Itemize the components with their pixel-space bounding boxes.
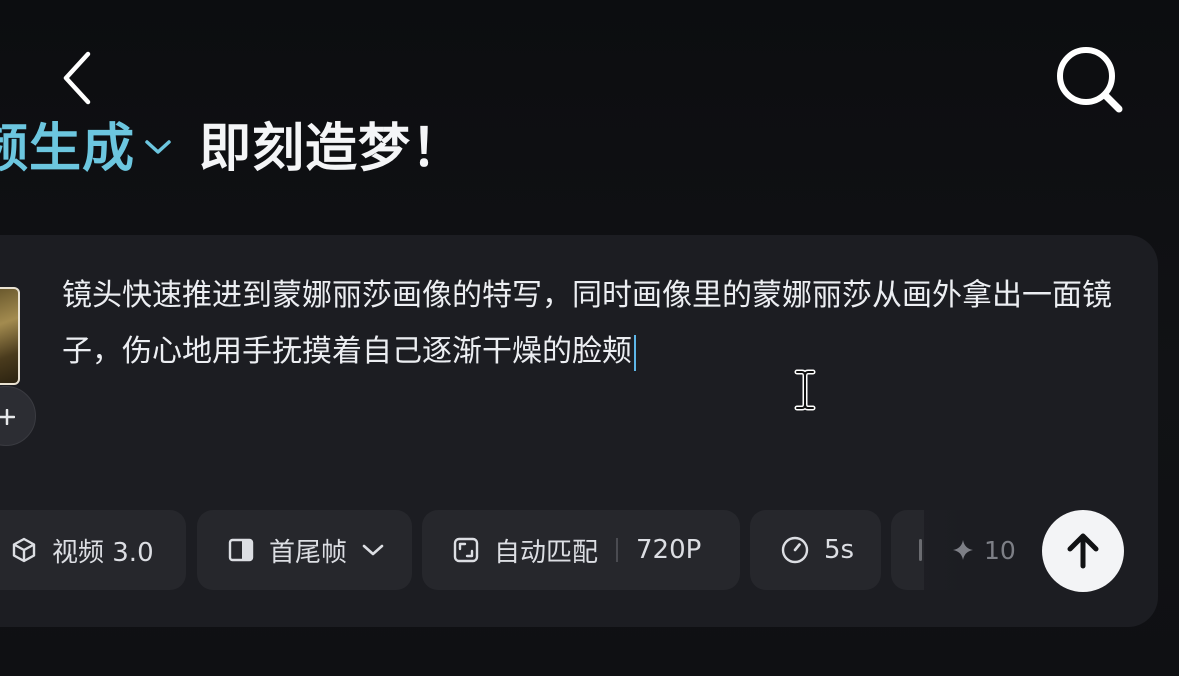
sparkle-icon [953,540,973,560]
aspect-ratio-selector[interactable]: 自动匹配 720P [422,510,740,590]
text-caret [634,334,636,371]
resolution-label: 720P [636,535,702,565]
back-button[interactable] [58,48,98,108]
prompt-text: 镜头快速推进到蒙娜丽莎画像的特写，同时画像里的蒙娜丽莎从画外拿出一面镜子，伤心地… [62,278,1112,369]
aspect-ratio-label: 自动匹配 [494,537,599,568]
reference-image-thumbnail[interactable] [0,287,20,385]
generation-mode-dropdown[interactable]: 频生成 [0,106,199,181]
app-screen: 频生成 即刻造梦！ 镜头快速推进到蒙娜丽莎画像的特写，同时画像里的蒙娜丽莎从画外… [0,0,1179,676]
prompt-input[interactable]: 镜头快速推进到蒙娜丽莎画像的特写，同时画像里的蒙娜丽莎从画外拿出一面镜子，伤心地… [62,268,1122,380]
duration-selector[interactable]: 5s [750,510,881,590]
credit-cost: 10 [952,530,1016,570]
search-button[interactable] [1052,42,1128,118]
model-label: 视频 3.0 [52,537,154,568]
cube-icon [12,537,36,563]
chevron-left-icon [63,51,91,105]
chevron-down-icon [362,544,384,556]
submit-button[interactable] [1042,510,1124,592]
generation-mode-label: 频生成 [0,118,136,179]
credit-value: 10 [984,535,1016,565]
aspect-ratio-icon [453,537,479,563]
frame-mode-selector[interactable]: 首尾帧 [197,510,412,590]
frame-icon [228,538,254,562]
page-headline: 频生成 即刻造梦！ [0,106,465,181]
plus-icon [0,409,15,425]
clock-icon [781,536,809,564]
chip-divider [616,538,619,562]
model-selector[interactable]: 视频 3.0 [0,510,186,590]
chevron-down-icon [145,140,171,154]
arrow-up-icon [1067,533,1099,569]
duration-label: 5s [824,535,855,565]
frame-mode-label: 首尾帧 [269,537,348,568]
headline-slogan: 即刻造梦！ [199,118,465,179]
partial-chip-icon [919,539,922,561]
search-icon [1057,47,1123,113]
text-cursor-icon [794,369,816,411]
